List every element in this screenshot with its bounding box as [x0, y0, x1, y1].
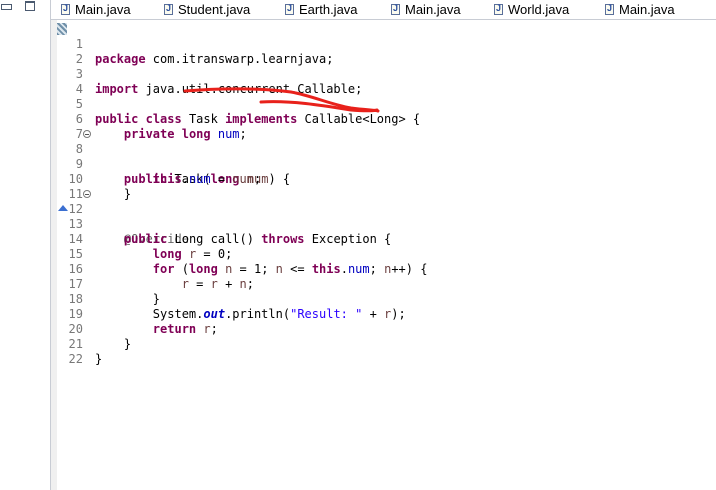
- java-file-icon: J: [391, 3, 400, 15]
- code-text[interactable]: private long num;: [95, 127, 247, 142]
- code-line: 14 long r = 0;: [51, 217, 233, 261]
- code-line: 12 @Override: [51, 187, 189, 246]
- code-text[interactable]: return r;: [95, 322, 218, 337]
- maximize-icon[interactable]: [24, 1, 36, 11]
- code-text[interactable]: }: [95, 352, 102, 367]
- fold-toggle-icon[interactable]: [83, 190, 91, 198]
- java-file-icon: J: [61, 3, 70, 15]
- tab-label: Main.java: [405, 2, 461, 17]
- tab-world-java[interactable]: J World.java: [494, 0, 569, 19]
- tab-label: World.java: [508, 2, 570, 17]
- minimize-icon[interactable]: [0, 1, 12, 11]
- code-text[interactable]: public class Task implements Callable<Lo…: [95, 112, 420, 127]
- code-text[interactable]: public Long call() throws Exception {: [95, 232, 391, 247]
- code-line: 22: [51, 337, 94, 366]
- tab-label: Student.java: [178, 2, 251, 17]
- code-line: 7: [51, 112, 94, 141]
- code-text[interactable]: package com.itranswarp.learnjava;: [95, 52, 333, 67]
- tab-student-java[interactable]: J Student.java: [164, 0, 250, 19]
- code-line: 4: [51, 67, 94, 96]
- code-line: 8 public Task(long num) {: [51, 127, 290, 186]
- code-text[interactable]: for (long n = 1; n <= this.num; n++) {: [95, 262, 428, 277]
- side-panel: [0, 0, 50, 490]
- code-text[interactable]: }: [95, 337, 131, 352]
- code-line: 18 System.out.println("Result: " + r);: [51, 277, 406, 321]
- editor-tab-bar: J Main.java J Student.java J Earth.java …: [51, 0, 716, 20]
- code-editor[interactable]: 1 package com.itranswarp.learnjava; 2 3 …: [51, 20, 716, 490]
- tab-label: Main.java: [75, 2, 131, 17]
- tab-earth-java[interactable]: J Earth.java: [285, 0, 358, 19]
- code-line: 3 import java.util.concurrent.Callable;: [51, 52, 363, 96]
- code-text[interactable]: import java.util.concurrent.Callable;: [95, 82, 362, 97]
- code-text[interactable]: }: [95, 187, 131, 202]
- code-line: 17 }: [51, 262, 160, 306]
- java-file-icon: J: [605, 3, 614, 15]
- line-number: 22: [68, 352, 83, 366]
- tab-label: Earth.java: [299, 2, 358, 17]
- code-line: 21 }: [51, 322, 103, 366]
- code-line: 15 for (long n = 1; n <= this.num; n++) …: [51, 232, 428, 276]
- code-line: 10 }: [51, 157, 132, 201]
- tab-label: Main.java: [619, 2, 675, 17]
- code-line: 9 this.num = num;: [51, 142, 261, 186]
- java-file-icon: J: [494, 3, 503, 15]
- tab-main-java[interactable]: J Main.java: [61, 0, 131, 19]
- code-text[interactable]: }: [95, 292, 160, 307]
- code-text[interactable]: long r = 0;: [95, 247, 233, 262]
- code-line: 2: [51, 37, 94, 66]
- code-line: 11: [51, 172, 94, 201]
- tab-main-java-3[interactable]: J Main.java: [605, 0, 675, 19]
- java-file-icon: J: [164, 3, 173, 15]
- java-file-icon: J: [285, 3, 294, 15]
- fold-toggle-icon[interactable]: [83, 130, 91, 138]
- code-text[interactable]: this.num = num;: [95, 172, 261, 187]
- code-line: 20 }: [51, 307, 132, 351]
- code-lines: 1 package com.itranswarp.learnjava; 2 3 …: [51, 22, 428, 366]
- code-text[interactable]: System.out.println("Result: " + r);: [95, 307, 406, 322]
- code-line: 13 public Long call() throws Exception {: [51, 202, 392, 246]
- code-line: 1 package com.itranswarp.learnjava;: [51, 22, 334, 66]
- code-line: 6 private long num;: [51, 97, 247, 141]
- tab-main-java-2[interactable]: J Main.java: [391, 0, 461, 19]
- code-text[interactable]: r = r + n;: [95, 277, 254, 292]
- code-line: 5 public class Task implements Callable<…: [51, 82, 420, 126]
- code-line: 19 return r;: [51, 292, 218, 336]
- code-line: 16 r = r + n;: [51, 247, 254, 291]
